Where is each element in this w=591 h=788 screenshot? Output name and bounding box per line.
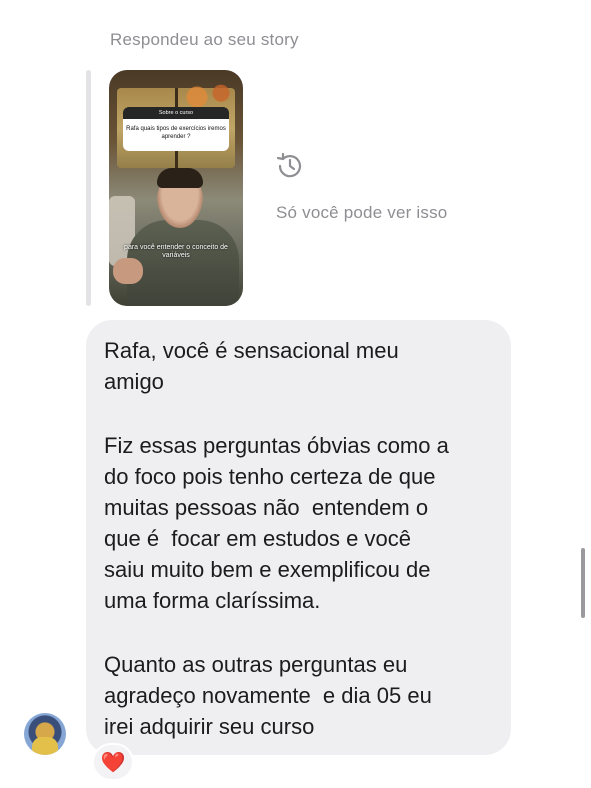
message-line: amigo bbox=[104, 369, 164, 394]
scrollbar[interactable] bbox=[581, 548, 585, 618]
story-thumbnail[interactable]: Sobre o curso Rafa quais tipos de exercí… bbox=[109, 70, 243, 306]
message-line: do foco pois tenho certeza de que bbox=[104, 464, 436, 489]
history-clock-icon bbox=[276, 152, 302, 178]
thumb-hand bbox=[113, 258, 143, 284]
avatar[interactable] bbox=[24, 713, 66, 755]
heart-icon: ❤️ bbox=[100, 752, 126, 774]
private-note: Só você pode ver isso bbox=[276, 203, 448, 222]
message-line: saiu muito bem e exemplificou de bbox=[104, 557, 431, 582]
message-line: Quanto as outras perguntas eu bbox=[104, 652, 408, 677]
message-line: muitas pessoas não entendem o bbox=[104, 495, 429, 520]
message-line: irei adquirir seu curso bbox=[104, 714, 315, 739]
message-line: Fiz essas perguntas óbvias como a bbox=[104, 433, 449, 458]
heart-reaction[interactable]: ❤️ bbox=[92, 743, 134, 781]
story-question-header: Sobre o curso bbox=[123, 107, 229, 119]
reply-label: Respondeu ao seu story bbox=[110, 30, 299, 49]
avatar-body bbox=[32, 737, 58, 755]
message-line: Rafa, você é sensacional meu bbox=[104, 338, 399, 363]
message-line: agradeço novamente e dia 05 eu bbox=[104, 683, 432, 708]
thumb-person-hair bbox=[157, 168, 203, 188]
story-caption: para você entender o conceito de variáve… bbox=[124, 244, 228, 259]
quote-bar bbox=[86, 70, 91, 306]
message-line: uma forma claríssima. bbox=[104, 588, 321, 613]
thumb-person-body bbox=[127, 220, 239, 306]
message-line: que é focar em estudos e você bbox=[104, 526, 411, 551]
story-question-text: Rafa quais tipos de exercícios iremos ap… bbox=[123, 119, 229, 151]
